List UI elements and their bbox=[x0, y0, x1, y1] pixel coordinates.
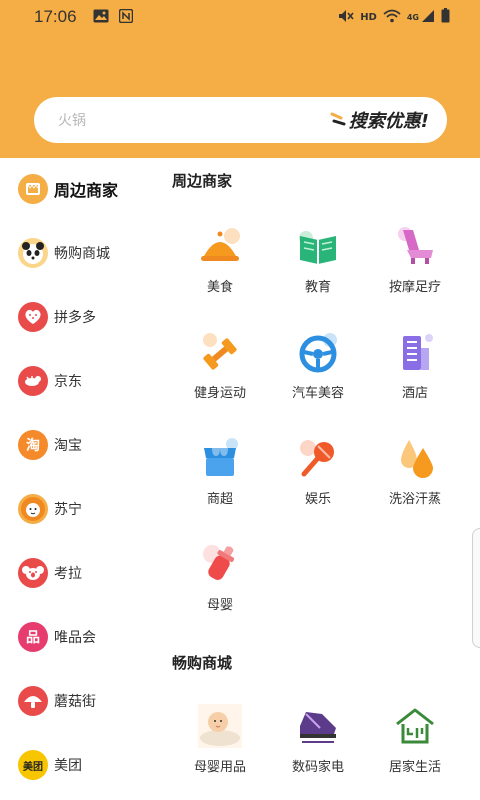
sidebar-item-kaola[interactable]: 考拉 bbox=[18, 558, 82, 588]
sidebar-item-label: 淘宝 bbox=[54, 438, 82, 454]
battery-icon bbox=[441, 8, 450, 26]
food-bell-icon bbox=[198, 224, 242, 268]
sidebar-item-suning[interactable]: 苏宁 bbox=[18, 494, 82, 524]
category-label: 娱乐 bbox=[304, 492, 331, 507]
category-label: 居家生活 bbox=[388, 760, 441, 775]
sidebar-item-jd[interactable]: 京东 bbox=[18, 366, 82, 396]
shoes-photo-icon bbox=[296, 704, 340, 748]
massage-chair-icon bbox=[393, 224, 437, 268]
category-digital-appliances[interactable]: 数码家电 bbox=[273, 704, 363, 775]
status-time: 17:06 bbox=[34, 7, 77, 26]
panda-icon bbox=[18, 238, 48, 268]
baby-bottle-icon bbox=[198, 542, 242, 586]
sidebar-item-label: 蘑菇街 bbox=[54, 694, 96, 710]
section-title: 畅购商城 bbox=[172, 654, 233, 672]
edge-panel-handle[interactable] bbox=[472, 528, 480, 648]
network-type: HD bbox=[360, 11, 377, 23]
sidebar-item-changgou[interactable]: 畅购商城 bbox=[18, 238, 110, 268]
supermarket-icon bbox=[198, 436, 242, 480]
sidebar-item-meituan[interactable]: 美团 美团 bbox=[18, 750, 82, 780]
book-icon bbox=[296, 224, 340, 268]
category-bath-sauna[interactable]: 洗浴汗蒸 bbox=[370, 436, 460, 507]
status-bar: 17:06 HD 4G bbox=[0, 0, 480, 34]
sidebar-item-label: 考拉 bbox=[54, 566, 82, 582]
category-label: 母婴用品 bbox=[193, 760, 246, 775]
sidebar-item-label: 拼多多 bbox=[54, 310, 96, 326]
category-entertainment[interactable]: 娱乐 bbox=[273, 436, 363, 507]
category-hotel[interactable]: 酒店 bbox=[370, 330, 460, 401]
promo-slash-icon bbox=[329, 109, 347, 132]
search-promo[interactable]: 搜索优惠! bbox=[329, 107, 429, 133]
category-label: 商超 bbox=[206, 492, 233, 507]
category-label: 汽车美容 bbox=[291, 386, 344, 401]
sidebar-item-label: 苏宁 bbox=[54, 502, 82, 518]
sidebar-item-pinduoduo[interactable]: 拼多多 bbox=[18, 302, 96, 332]
sidebar-item-label: 畅购商城 bbox=[54, 246, 110, 262]
dumbbell-icon bbox=[198, 330, 242, 374]
image-icon bbox=[93, 8, 109, 27]
sidebar: 周边商家 畅购商城 拼多多 京东 淘 淘宝 苏宁 考拉 品 唯品会 蘑菇街 美团… bbox=[0, 158, 158, 800]
sidebar-item-taobao[interactable]: 淘 淘宝 bbox=[18, 430, 82, 460]
sidebar-item-vip[interactable]: 品 唯品会 bbox=[18, 622, 96, 652]
category-fitness[interactable]: 健身运动 bbox=[175, 330, 265, 401]
category-massage[interactable]: 按摩足疗 bbox=[370, 224, 460, 295]
signal-icon bbox=[421, 9, 435, 26]
category-label: 酒店 bbox=[401, 386, 428, 401]
sidebar-item-label: 美团 bbox=[54, 758, 82, 774]
signal-type: 4G bbox=[406, 12, 419, 22]
sidebar-item-label: 唯品会 bbox=[54, 630, 96, 646]
meituan-icon: 美团 bbox=[18, 750, 48, 780]
hotel-icon bbox=[393, 330, 437, 374]
section-title: 周边商家 bbox=[172, 172, 233, 190]
category-supermarket[interactable]: 商超 bbox=[175, 436, 265, 507]
mute-icon bbox=[338, 9, 354, 26]
main-content: 周边商家 美食 教育 按摩足疗 健身运动 汽车美容 酒店 商超 娱乐 洗浴汗蒸 … bbox=[158, 158, 480, 800]
vip-icon: 品 bbox=[18, 622, 48, 652]
category-baby-products[interactable]: 母婴用品 bbox=[175, 704, 265, 775]
category-label: 按摩足疗 bbox=[388, 280, 441, 295]
promo-text: 搜索优惠! bbox=[348, 111, 429, 132]
header: 17:06 HD 4G 火锅 搜索优惠! bbox=[0, 0, 480, 158]
sidebar-item-label: 周边商家 bbox=[54, 181, 119, 200]
steering-wheel-icon bbox=[296, 330, 340, 374]
mogujie-icon bbox=[18, 686, 48, 716]
search-input[interactable]: 火锅 搜索优惠! bbox=[34, 97, 447, 143]
taobao-icon: 淘 bbox=[18, 430, 48, 460]
home-logo-icon bbox=[393, 704, 437, 748]
search-placeholder: 火锅 bbox=[58, 113, 86, 129]
jd-icon bbox=[18, 366, 48, 396]
nfc-icon bbox=[118, 8, 133, 27]
microphone-icon bbox=[296, 436, 340, 480]
category-label: 母婴 bbox=[206, 598, 233, 613]
sidebar-item-label: 京东 bbox=[54, 374, 82, 390]
suning-lion-icon bbox=[18, 494, 48, 524]
category-label: 洗浴汗蒸 bbox=[388, 492, 441, 507]
category-food[interactable]: 美食 bbox=[175, 224, 265, 295]
wifi-icon bbox=[383, 9, 401, 26]
sidebar-item-mogujie[interactable]: 蘑菇街 bbox=[18, 686, 96, 716]
category-mother-baby[interactable]: 母婴 bbox=[175, 542, 265, 613]
pinduoduo-icon bbox=[18, 302, 48, 332]
category-home-living[interactable]: 居家生活 bbox=[370, 704, 460, 775]
category-car-care[interactable]: 汽车美容 bbox=[273, 330, 363, 401]
category-label: 健身运动 bbox=[193, 386, 246, 401]
category-education[interactable]: 教育 bbox=[273, 224, 363, 295]
baby-photo-icon bbox=[198, 704, 242, 748]
drops-icon bbox=[393, 436, 437, 480]
category-label: 美食 bbox=[206, 280, 233, 295]
category-label: 教育 bbox=[304, 280, 331, 295]
shop-icon bbox=[18, 174, 48, 204]
sidebar-item-nearby[interactable]: 周边商家 bbox=[18, 174, 118, 204]
koala-icon bbox=[18, 558, 48, 588]
category-label: 数码家电 bbox=[291, 760, 344, 775]
